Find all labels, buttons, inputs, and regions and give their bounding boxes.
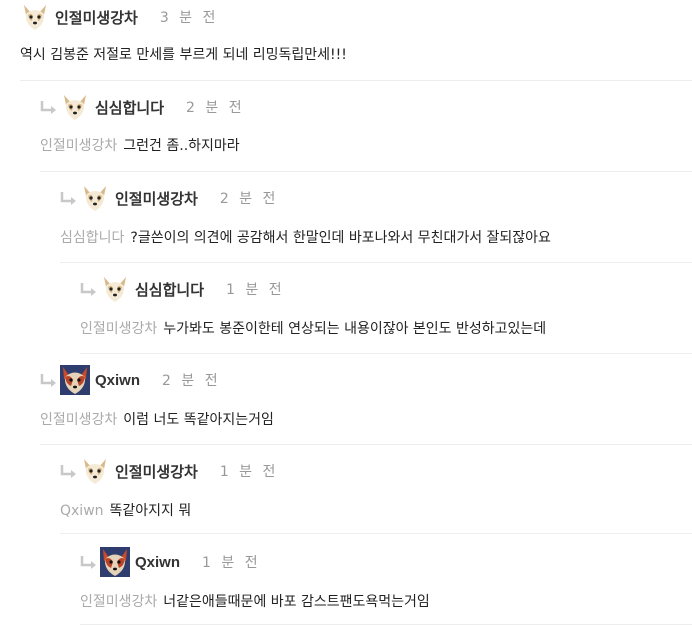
comment-body: Qxiwn 똑같아지지 뭐 xyxy=(60,500,191,520)
comment-author[interactable]: 인절미생강차 xyxy=(115,188,198,209)
comment-author[interactable]: Qxiwn xyxy=(135,554,180,571)
divider xyxy=(60,262,692,263)
comment: 인절미생강차 1 분 전 Qxiwn 똑같아지지 뭐 xyxy=(60,454,692,534)
comment-text: ?글쓴이의 의견에 공감해서 한말인데 바포나와서 무친대가서 잘되잖아요 xyxy=(130,230,551,246)
divider xyxy=(80,624,692,625)
comment-time: 1 분 전 xyxy=(202,555,261,571)
reply-arrow-icon xyxy=(80,282,98,296)
fox-avatar-icon[interactable] xyxy=(60,365,90,395)
dog-avatar-icon[interactable] xyxy=(60,92,90,122)
comment-author[interactable]: 심심합니다 xyxy=(135,279,204,300)
comment-time: 1 분 전 xyxy=(226,282,285,298)
divider xyxy=(80,353,692,354)
comment-author[interactable]: Qxiwn xyxy=(95,372,140,389)
comment: Qxiwn 2 분 전 인절미생강차 이럼 너도 똑같아지는거임 xyxy=(40,363,692,443)
reply-arrow-icon xyxy=(60,191,78,205)
mention[interactable]: 심심합니다 xyxy=(60,230,124,246)
comment-body: 인절미생강차 이럼 너도 똑같아지는거임 xyxy=(40,409,274,429)
divider xyxy=(20,80,692,81)
comment-time: 2 분 전 xyxy=(162,373,221,389)
comment: Qxiwn 1 분 전 인절미생강차 너같은애들때문에 바포 감스트팬도욕먹는거임 xyxy=(80,545,692,625)
comment-time: 2 분 전 xyxy=(186,100,245,116)
mention[interactable]: 인절미생강차 xyxy=(40,138,117,154)
comment-text: 그런건 좀..하지마라 xyxy=(123,138,240,154)
comment: 심심합니다 2 분 전 인절미생강차 그런건 좀..하지마라 xyxy=(40,90,692,170)
fox-avatar-icon[interactable] xyxy=(100,547,130,577)
comment-time: 1 분 전 xyxy=(219,464,279,480)
dog-avatar-icon[interactable] xyxy=(100,274,130,304)
comment-body: 역시 김봉준 저절로 만세를 부르게 되네 리밍독립만세!!! xyxy=(20,44,347,64)
divider xyxy=(60,533,692,534)
reply-arrow-icon xyxy=(40,373,58,387)
mention[interactable]: 인절미생강차 xyxy=(80,321,157,337)
comment-body: 인절미생강차 그런건 좀..하지마라 xyxy=(40,135,240,155)
reply-arrow-icon xyxy=(60,464,78,478)
comment-body: 심심합니다 ?글쓴이의 의견에 공감해서 한말인데 바포나와서 무친대가서 잘되잖… xyxy=(60,227,551,247)
reply-arrow-icon xyxy=(40,100,58,114)
mention[interactable]: Qxiwn xyxy=(60,503,104,519)
dog-avatar-icon[interactable] xyxy=(80,183,110,213)
comment-time: 3 분 전 xyxy=(159,10,219,26)
comment-text: 이럼 너도 똑같아지는거임 xyxy=(123,412,274,428)
comment-text: 너같은애들때문에 바포 감스트팬도욕먹는거임 xyxy=(163,594,430,610)
reply-arrow-icon xyxy=(80,555,98,569)
comment-text: 역시 김봉준 저절로 만세를 부르게 되네 리밍독립만세!!! xyxy=(20,47,347,63)
comment-author[interactable]: 인절미생강차 xyxy=(115,461,198,482)
comment-text: 누가봐도 봉준이한테 연상되는 내용이잖아 본인도 반성하고있는데 xyxy=(163,321,547,337)
comment-body: 인절미생강차 너같은애들때문에 바포 감스트팬도욕먹는거임 xyxy=(80,591,430,611)
divider xyxy=(40,444,692,445)
mention[interactable]: 인절미생강차 xyxy=(80,594,157,610)
comment: 인절미생강차 3 분 전 역시 김봉준 저절로 만세를 부르게 되네 리밍독립만… xyxy=(20,0,692,80)
dog-avatar-icon[interactable] xyxy=(80,456,110,486)
comment-author[interactable]: 인절미생강차 xyxy=(55,7,138,28)
comment-author[interactable]: 심심합니다 xyxy=(95,97,164,118)
comment-body: 인절미생강차 누가봐도 봉준이한테 연상되는 내용이잖아 본인도 반성하고있는데 xyxy=(80,318,546,338)
comment-text: 똑같아지지 뭐 xyxy=(109,503,192,519)
comment-time: 2 분 전 xyxy=(219,191,279,207)
mention[interactable]: 인절미생강차 xyxy=(40,412,117,428)
divider xyxy=(40,171,692,172)
dog-avatar-icon[interactable] xyxy=(20,2,50,32)
comment: 인절미생강차 2 분 전 심심합니다 ?글쓴이의 의견에 공감해서 한말인데 바포… xyxy=(60,181,692,261)
comment: 심심합니다 1 분 전 인절미생강차 누가봐도 봉준이한테 연상되는 내용이잖아 … xyxy=(80,272,692,352)
